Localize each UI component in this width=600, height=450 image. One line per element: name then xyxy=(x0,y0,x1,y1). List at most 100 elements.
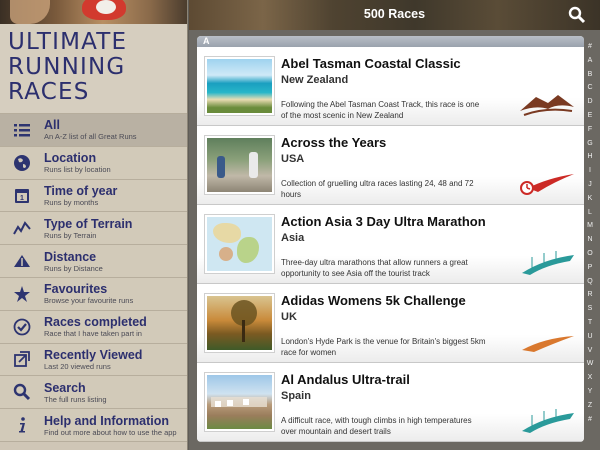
section-header: A xyxy=(197,36,584,47)
race-description: Three-day ultra marathons that allow run… xyxy=(281,258,468,278)
race-country: New Zealand xyxy=(281,74,349,86)
race-country: USA xyxy=(281,153,305,165)
race-name: Adidas Womens 5k Challenge xyxy=(281,293,466,308)
race-row[interactable]: Al Andalus Ultra-trail Spain A difficult… xyxy=(197,363,584,442)
header-photo xyxy=(0,0,187,24)
index-letter[interactable]: # xyxy=(582,413,598,427)
menu-label: Type of Terrain xyxy=(44,216,133,231)
list-icon xyxy=(12,120,32,140)
index-letter[interactable]: Z xyxy=(582,399,598,413)
menu-item-all[interactable]: All An A-Z list of all Great Runs xyxy=(0,114,187,147)
alphabet-index[interactable]: # A B C D E F G H I J K L M N O P Q R S T U V W X Y Z # xyxy=(582,40,598,445)
page-title: 500 Races xyxy=(363,7,426,21)
index-letter[interactable]: N xyxy=(582,233,598,247)
race-thumbnail xyxy=(204,372,275,432)
menu-sublabel: The full runs listing xyxy=(44,394,107,404)
race-description: Collection of gruelling ultra races last… xyxy=(281,179,474,199)
race-row[interactable]: Abel Tasman Coastal Classic New Zealand … xyxy=(197,47,584,126)
race-country: Asia xyxy=(281,232,305,244)
index-letter[interactable]: S xyxy=(582,302,598,316)
index-letter[interactable]: W xyxy=(582,357,598,371)
menu-item-recently-viewed[interactable]: Recently Viewed Last 20 viewed runs xyxy=(0,343,187,377)
menu-label: Recently Viewed xyxy=(44,347,143,362)
index-letter[interactable]: O xyxy=(582,247,598,261)
menu-item-help[interactable]: Help and Information Find out more about… xyxy=(0,409,187,442)
timed-race-icon xyxy=(520,174,574,195)
top-bar: 500 Races xyxy=(189,0,600,30)
calendar-icon: 1 xyxy=(12,185,32,205)
menu-item-search[interactable]: Search The full runs listing xyxy=(0,376,187,410)
index-letter[interactable]: U xyxy=(582,330,598,344)
menu-label: Help and Information xyxy=(44,413,169,428)
sidebar: ULTIMATE RUNNING RACES All An A-Z list o… xyxy=(0,0,188,450)
index-letter[interactable]: F xyxy=(582,123,598,137)
menu-sublabel: Race that I have taken part in xyxy=(44,329,142,339)
index-letter[interactable]: I xyxy=(582,164,598,178)
menu-item-races-completed[interactable]: Races completed Race that I have taken p… xyxy=(0,310,187,344)
race-country: UK xyxy=(281,311,297,323)
race-name: Al Andalus Ultra-trail xyxy=(281,372,410,387)
index-letter[interactable]: A xyxy=(582,54,598,68)
index-letter[interactable]: R xyxy=(582,288,598,302)
menu-sublabel: Runs by Terrain xyxy=(44,230,97,240)
race-name: Across the Years xyxy=(281,135,387,150)
race-thumbnail xyxy=(204,214,275,274)
menu-label: Distance xyxy=(44,249,97,264)
menu-item-time-of-year[interactable]: 1 Time of year Runs by months xyxy=(0,179,187,213)
index-letter[interactable]: E xyxy=(582,109,598,123)
multi-day-track-icon xyxy=(522,409,574,433)
menu-sublabel: Browse your favourite runs xyxy=(44,296,134,306)
svg-text:1: 1 xyxy=(20,195,24,202)
index-letter[interactable]: G xyxy=(582,137,598,151)
index-letter[interactable]: T xyxy=(582,316,598,330)
globe-icon xyxy=(12,153,32,173)
index-letter[interactable]: D xyxy=(582,95,598,109)
race-row[interactable]: Adidas Womens 5k Challenge UK London's H… xyxy=(197,284,584,363)
menu-label: All xyxy=(44,118,60,133)
mountain-terrain-icon xyxy=(520,95,574,116)
menu-label: Favourites xyxy=(44,282,108,297)
index-letter[interactable]: C xyxy=(582,81,598,95)
race-list-area: A Abel Tasman Coastal Classic New Zealan… xyxy=(189,30,600,450)
menu-item-favourites[interactable]: Favourites Browse your favourite runs xyxy=(0,277,187,311)
menu-sublabel: Runs list by location xyxy=(44,165,111,175)
index-letter[interactable]: X xyxy=(582,371,598,385)
menu-item-distance[interactable]: Distance Runs by Distance xyxy=(0,245,187,278)
race-name: Action Asia 3 Day Ultra Marathon xyxy=(281,214,486,229)
menu-item-type-of-terrain[interactable]: Type of Terrain Runs by Terrain xyxy=(0,212,187,246)
race-row[interactable]: Across the Years USA Collection of gruel… xyxy=(197,126,584,205)
index-letter[interactable]: L xyxy=(582,206,598,220)
menu-label: Races completed xyxy=(44,315,147,330)
index-letter[interactable]: # xyxy=(582,40,598,54)
index-letter[interactable]: Q xyxy=(582,275,598,289)
race-description: A difficult race, with tough climbs in h… xyxy=(281,416,472,436)
index-letter[interactable]: Y xyxy=(582,385,598,399)
index-letter[interactable]: M xyxy=(582,219,598,233)
road-terrain-icon xyxy=(522,336,574,352)
checkmark-icon xyxy=(12,317,32,337)
race-thumbnail xyxy=(204,293,275,353)
index-letter[interactable]: B xyxy=(582,68,598,82)
race-description: London's Hyde Park is the venue for Brit… xyxy=(281,337,486,357)
race-list[interactable]: A Abel Tasman Coastal Classic New Zealan… xyxy=(197,36,584,442)
menu-sublabel: Runs by months xyxy=(44,197,99,207)
race-description: Following the Abel Tasman Coast Track, t… xyxy=(281,100,480,120)
app-title: ULTIMATE RUNNING RACES xyxy=(0,24,187,114)
app-title-line-2: RUNNING xyxy=(8,54,126,80)
menu-item-location[interactable]: Location Runs list by location xyxy=(0,146,187,180)
main-menu: All An A-Z list of all Great Runs Locati… xyxy=(0,114,187,442)
index-letter[interactable]: J xyxy=(582,178,598,192)
multi-day-track-icon xyxy=(522,251,574,275)
index-letter[interactable]: H xyxy=(582,150,598,164)
search-icon[interactable] xyxy=(568,6,586,24)
recent-icon xyxy=(12,349,32,369)
menu-label: Location xyxy=(44,151,97,166)
race-country: Spain xyxy=(281,390,311,402)
index-letter[interactable]: V xyxy=(582,344,598,358)
index-letter[interactable]: P xyxy=(582,261,598,275)
index-letter[interactable]: K xyxy=(582,192,598,206)
menu-label: Time of year xyxy=(44,183,118,198)
race-name: Abel Tasman Coastal Classic xyxy=(281,56,461,71)
race-row[interactable]: Action Asia 3 Day Ultra Marathon Asia Th… xyxy=(197,205,584,284)
terrain-icon xyxy=(12,218,32,238)
